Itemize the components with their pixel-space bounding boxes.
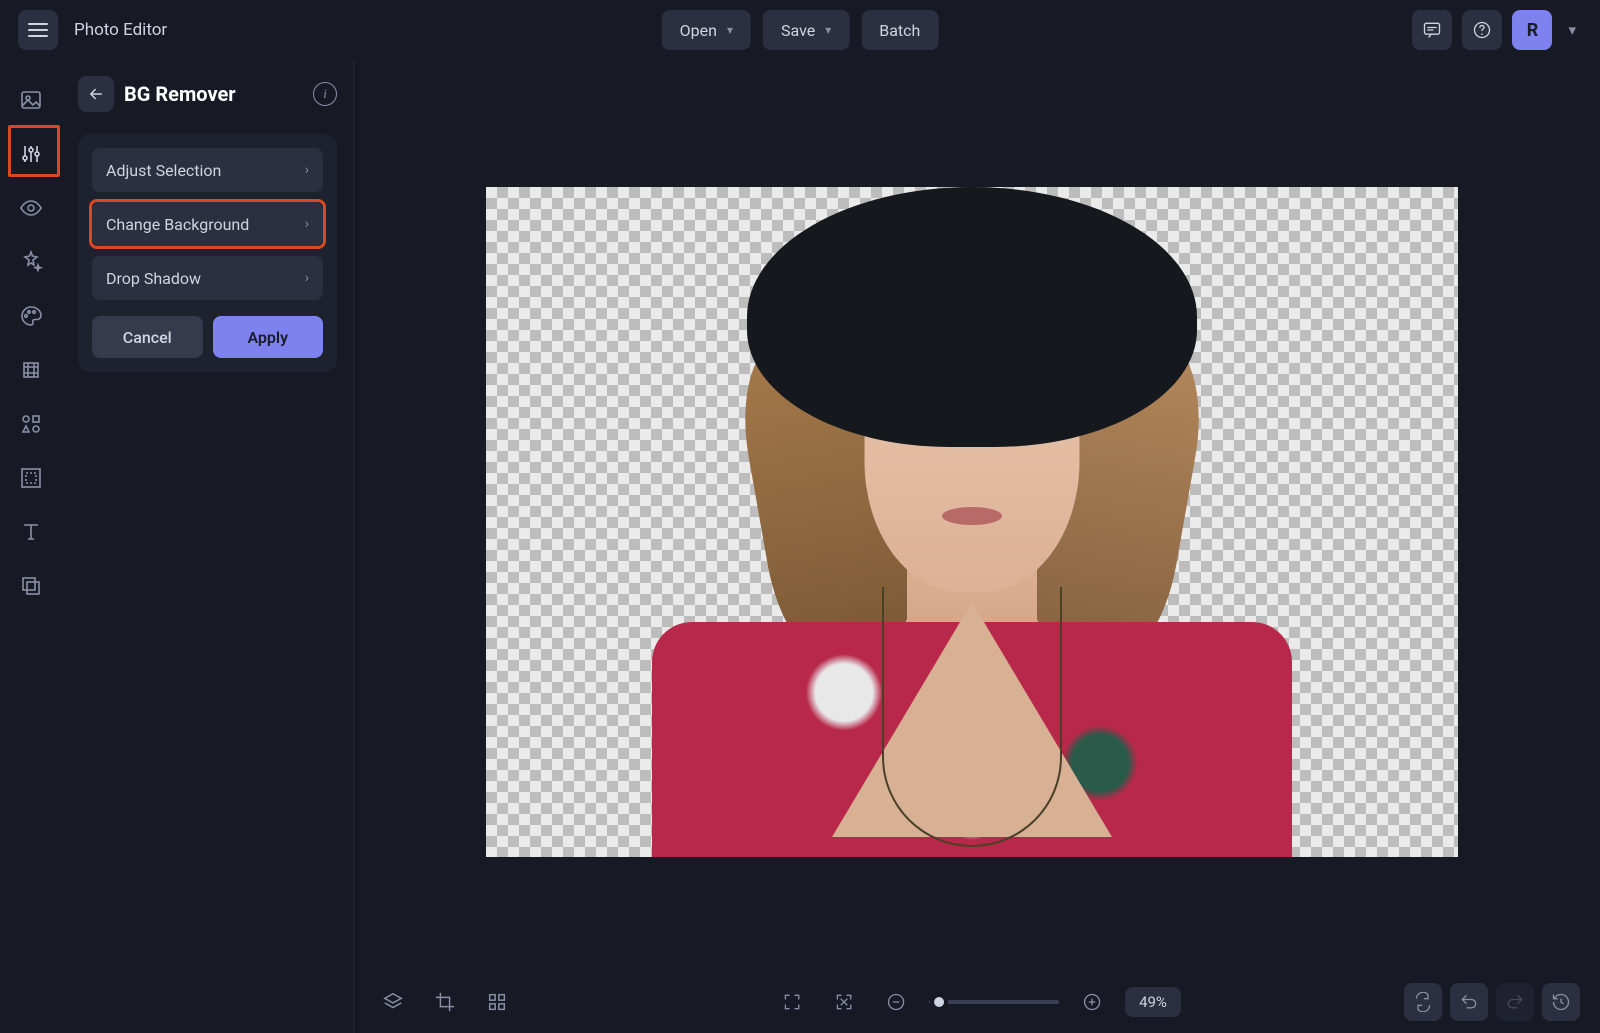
option-adjust-selection[interactable]: Adjust Selection › bbox=[92, 148, 323, 192]
rail-image-icon[interactable] bbox=[17, 86, 45, 114]
canvas-area[interactable] bbox=[354, 60, 1600, 971]
rail-frame-icon[interactable] bbox=[17, 464, 45, 492]
bottom-toolbar: 49% bbox=[354, 971, 1600, 1033]
zoom-slider[interactable] bbox=[929, 1000, 1059, 1004]
image-canvas[interactable] bbox=[486, 187, 1458, 857]
left-tool-rail bbox=[0, 60, 62, 1033]
batch-button[interactable]: Batch bbox=[861, 10, 938, 50]
fit-screen-button[interactable] bbox=[825, 983, 863, 1021]
option-label: Drop Shadow bbox=[106, 269, 201, 288]
zoom-out-button[interactable] bbox=[877, 983, 915, 1021]
zoom-in-button[interactable] bbox=[1073, 983, 1111, 1021]
help-button[interactable] bbox=[1462, 10, 1502, 50]
fullscreen-button[interactable] bbox=[773, 983, 811, 1021]
compare-button[interactable] bbox=[1404, 983, 1442, 1021]
grid-button[interactable] bbox=[478, 983, 516, 1021]
chevron-down-icon: ▾ bbox=[727, 23, 733, 37]
option-label: Adjust Selection bbox=[106, 161, 221, 180]
rail-elements-icon[interactable] bbox=[17, 410, 45, 438]
crop-tool-button[interactable] bbox=[426, 983, 464, 1021]
chevron-right-icon: › bbox=[305, 216, 309, 232]
chat-icon bbox=[1422, 20, 1442, 40]
user-avatar[interactable]: R bbox=[1512, 10, 1552, 50]
zoom-value[interactable]: 49% bbox=[1125, 987, 1181, 1017]
history-button[interactable] bbox=[1542, 983, 1580, 1021]
avatar-letter: R bbox=[1527, 20, 1539, 41]
panel-info-button[interactable]: i bbox=[313, 82, 337, 106]
rail-text-icon[interactable] bbox=[17, 518, 45, 546]
panel-title: BG Remover bbox=[124, 82, 303, 106]
save-label: Save bbox=[781, 21, 815, 40]
app-title: Photo Editor bbox=[74, 20, 167, 40]
top-bar: Photo Editor Open ▾ Save ▾ Batch R ▾ bbox=[0, 0, 1600, 60]
slider-thumb[interactable] bbox=[930, 993, 948, 1011]
panel-options-card: Adjust Selection › Change Background › D… bbox=[78, 134, 337, 372]
cancel-label: Cancel bbox=[123, 328, 172, 347]
side-panel: BG Remover i Adjust Selection › Change B… bbox=[62, 60, 354, 1033]
chevron-right-icon: › bbox=[305, 162, 309, 178]
rail-eye-icon[interactable] bbox=[17, 194, 45, 222]
panel-action-row: Cancel Apply bbox=[92, 316, 323, 358]
undo-button[interactable] bbox=[1450, 983, 1488, 1021]
chevron-right-icon: › bbox=[305, 270, 309, 286]
layers-button[interactable] bbox=[374, 983, 412, 1021]
chevron-down-icon: ▾ bbox=[825, 23, 831, 37]
subject-cutout bbox=[652, 187, 1292, 857]
zoom-controls: 49% bbox=[773, 983, 1181, 1021]
apply-label: Apply bbox=[247, 328, 288, 347]
batch-label: Batch bbox=[879, 21, 920, 40]
info-icon: i bbox=[323, 86, 327, 102]
menu-button[interactable] bbox=[18, 10, 58, 50]
save-button[interactable]: Save ▾ bbox=[763, 10, 849, 50]
top-center-actions: Open ▾ Save ▾ Batch bbox=[662, 10, 939, 50]
rail-effects-icon[interactable] bbox=[17, 248, 45, 276]
option-drop-shadow[interactable]: Drop Shadow › bbox=[92, 256, 323, 300]
cancel-button[interactable]: Cancel bbox=[92, 316, 203, 358]
panel-header: BG Remover i bbox=[78, 76, 337, 112]
open-button[interactable]: Open ▾ bbox=[662, 10, 751, 50]
bottom-right-actions bbox=[1404, 983, 1580, 1021]
back-button[interactable] bbox=[78, 76, 114, 112]
arrow-left-icon bbox=[87, 85, 105, 103]
help-icon bbox=[1472, 20, 1492, 40]
option-change-background[interactable]: Change Background › bbox=[92, 202, 323, 246]
option-label: Change Background bbox=[106, 215, 249, 234]
top-right-actions: R ▾ bbox=[1412, 10, 1582, 50]
hamburger-icon bbox=[28, 22, 48, 38]
redo-button[interactable] bbox=[1496, 983, 1534, 1021]
rail-layers-icon[interactable] bbox=[17, 572, 45, 600]
rail-paint-icon[interactable] bbox=[17, 302, 45, 330]
avatar-chevron-down-icon[interactable]: ▾ bbox=[1562, 21, 1582, 39]
open-label: Open bbox=[680, 21, 717, 40]
rail-crop-icon[interactable] bbox=[17, 356, 45, 384]
rail-adjust-icon[interactable] bbox=[17, 140, 45, 168]
apply-button[interactable]: Apply bbox=[213, 316, 324, 358]
feedback-button[interactable] bbox=[1412, 10, 1452, 50]
